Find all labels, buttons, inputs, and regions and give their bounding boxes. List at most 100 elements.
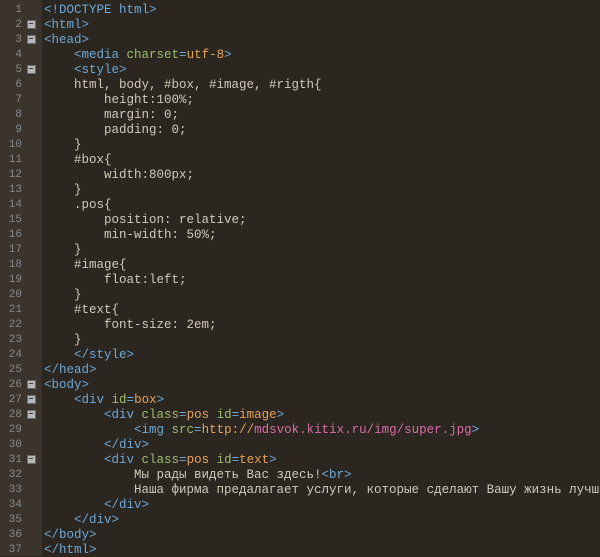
fold-toggle-icon[interactable]: − — [27, 395, 36, 404]
code-line[interactable]: </html> — [44, 542, 600, 556]
line-number: 37 — [0, 544, 24, 556]
code-line[interactable]: Наша фирма предалагает услуги, которые с… — [44, 482, 600, 497]
code-line[interactable]: padding: 0; — [44, 122, 600, 137]
token-attr: id — [217, 453, 232, 467]
code-line[interactable]: </head> — [44, 362, 600, 377]
token-css: padding: 0; — [104, 123, 187, 137]
code-line[interactable]: position: relative; — [44, 212, 600, 227]
fold-slot: − — [24, 20, 38, 29]
token-css: } — [74, 288, 82, 302]
line-number: 16 — [0, 229, 24, 241]
token-attr: class — [142, 453, 180, 467]
line-number: 5 — [0, 64, 24, 76]
code-line[interactable]: } — [44, 287, 600, 302]
code-line[interactable]: width:800px; — [44, 167, 600, 182]
indent — [44, 393, 74, 407]
line-number: 1 — [0, 4, 24, 16]
token-val: pos — [187, 408, 210, 422]
gutter-row: 10 — [0, 137, 42, 152]
line-number: 3 — [0, 34, 24, 46]
token-tag: <style> — [74, 63, 127, 77]
code-line[interactable]: <style> — [44, 62, 600, 77]
token-val: text — [239, 453, 269, 467]
gutter-row: 22 — [0, 317, 42, 332]
indent — [44, 438, 104, 452]
line-number: 35 — [0, 514, 24, 526]
code-line[interactable]: <!DOCTYPE html> — [44, 2, 600, 17]
fold-slot: − — [24, 455, 38, 464]
code-line[interactable]: height:100%; — [44, 92, 600, 107]
fold-slot: − — [24, 65, 38, 74]
token-tag: = — [232, 453, 240, 467]
code-line[interactable]: .pos{ — [44, 197, 600, 212]
code-line[interactable]: } — [44, 332, 600, 347]
fold-toggle-icon[interactable]: − — [27, 65, 36, 74]
gutter-row: 16 — [0, 227, 42, 242]
code-line[interactable]: margin: 0; — [44, 107, 600, 122]
token-css: #image{ — [74, 258, 127, 272]
code-line[interactable]: <html> — [44, 17, 600, 32]
indent — [44, 258, 74, 272]
fold-toggle-icon[interactable]: − — [27, 380, 36, 389]
code-line[interactable]: #box{ — [44, 152, 600, 167]
line-gutter: 12−3−45−67891011121314151617181920212223… — [0, 0, 42, 556]
code-line[interactable]: <div id=box> — [44, 392, 600, 407]
code-line[interactable]: </div> — [44, 497, 600, 512]
line-number: 28 — [0, 409, 24, 421]
line-number: 23 — [0, 334, 24, 346]
token-css: min-width: 50%; — [104, 228, 217, 242]
token-css: float:left; — [104, 273, 187, 287]
token-css: position: relative; — [104, 213, 247, 227]
code-line[interactable]: font-size: 2em; — [44, 317, 600, 332]
gutter-row: 26− — [0, 377, 42, 392]
fold-toggle-icon[interactable]: − — [27, 20, 36, 29]
code-line[interactable]: } — [44, 182, 600, 197]
token-tag: <!DOCTYPE html> — [44, 3, 157, 17]
code-line[interactable]: </div> — [44, 512, 600, 527]
token-attr: id — [217, 408, 232, 422]
code-line[interactable]: #text{ — [44, 302, 600, 317]
code-line[interactable]: <media charset=utf-8> — [44, 47, 600, 62]
token-tag: = — [194, 423, 202, 437]
code-line[interactable]: <div class=pos id=text> — [44, 452, 600, 467]
gutter-row: 29 — [0, 422, 42, 437]
token-attr: charset — [127, 48, 180, 62]
code-line[interactable]: #image{ — [44, 257, 600, 272]
token-val: utf-8 — [187, 48, 225, 62]
indent — [44, 303, 74, 317]
code-line[interactable]: <body> — [44, 377, 600, 392]
gutter-row: 13 — [0, 182, 42, 197]
line-number: 11 — [0, 154, 24, 166]
fold-toggle-icon[interactable]: − — [27, 35, 36, 44]
indent — [44, 513, 74, 527]
code-line[interactable]: float:left; — [44, 272, 600, 287]
code-area[interactable]: <!DOCTYPE html><html><head> <media chars… — [42, 0, 600, 556]
gutter-row: 36 — [0, 527, 42, 542]
code-line[interactable]: html, body, #box, #image, #rigth{ — [44, 77, 600, 92]
fold-toggle-icon[interactable]: − — [27, 455, 36, 464]
gutter-row: 20 — [0, 287, 42, 302]
code-line[interactable]: </div> — [44, 437, 600, 452]
gutter-row: 37 — [0, 542, 42, 557]
code-line[interactable]: <img src=http://mdsvok.kitix.ru/img/supe… — [44, 422, 600, 437]
code-line[interactable]: min-width: 50%; — [44, 227, 600, 242]
line-number: 21 — [0, 304, 24, 316]
code-line[interactable]: </style> — [44, 347, 600, 362]
token-tag: <br> — [322, 468, 352, 482]
token-css: } — [74, 183, 82, 197]
code-line[interactable]: Мы рады видеть Вас здесь!<br> — [44, 467, 600, 482]
gutter-row: 1 — [0, 2, 42, 17]
line-number: 2 — [0, 19, 24, 31]
token-tag: = — [179, 48, 187, 62]
code-line[interactable]: } — [44, 137, 600, 152]
token-css: } — [74, 138, 82, 152]
fold-toggle-icon[interactable]: − — [27, 410, 36, 419]
code-line[interactable]: <div class=pos id=image> — [44, 407, 600, 422]
code-line[interactable]: } — [44, 242, 600, 257]
indent — [44, 288, 74, 302]
line-number: 14 — [0, 199, 24, 211]
code-line[interactable]: </body> — [44, 527, 600, 542]
indent — [44, 348, 74, 362]
token-tag — [209, 408, 217, 422]
code-line[interactable]: <head> — [44, 32, 600, 47]
